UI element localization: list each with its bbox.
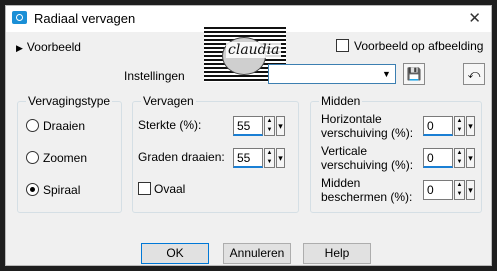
help-button[interactable]: Help: [303, 243, 371, 264]
horizontal-spinbox[interactable]: 0 ▲ ▼ ▾: [423, 116, 477, 138]
radio-zoomen-circle[interactable]: [26, 151, 39, 165]
radio-zoomen-label: Zoomen: [43, 150, 88, 165]
midden-title: Midden: [319, 94, 363, 108]
reset-defaults-icon: ⤺: [467, 67, 481, 81]
horizontal-label-line2: verschuiving (%):: [321, 126, 414, 140]
window-title: Radiaal vervagen: [34, 11, 136, 26]
radio-spiraal-circle[interactable]: [26, 183, 39, 197]
vertical-input[interactable]: 0: [423, 148, 453, 168]
vervagen-group: Vervagen Sterkte (%): 55 ▲ ▼ ▾ Graden dra…: [132, 94, 299, 213]
vertical-spin-arrows[interactable]: ▲ ▼: [454, 148, 465, 168]
radio-draaien-circle[interactable]: [26, 119, 39, 133]
preview-on-image-checkbox[interactable]: [336, 39, 349, 52]
sterkte-spin-arrows[interactable]: ▲ ▼: [264, 116, 275, 136]
graden-spin-arrows[interactable]: ▲ ▼: [264, 148, 275, 168]
settings-label: Instellingen: [124, 69, 185, 83]
thumbnail-watermark: claudia: [226, 42, 282, 58]
vervagingstype-title: Vervagingstype: [26, 94, 113, 108]
protect-spinbox[interactable]: 0 ▲ ▼ ▾: [423, 180, 477, 202]
vertical-label-line1: Verticale: [321, 144, 368, 158]
radio-draaien-label: Draaien: [43, 118, 86, 133]
vertical-slider-button[interactable]: ▾: [466, 148, 475, 168]
chevron-down-icon[interactable]: ▼: [378, 64, 396, 84]
preview-on-image-label: Voorbeeld op afbeelding: [354, 39, 484, 53]
vervagingstype-group: Vervagingstype Draaien Zoomen Spiraal: [17, 94, 122, 213]
graden-slider-button[interactable]: ▾: [276, 148, 285, 168]
horizontal-spin-arrows[interactable]: ▲ ▼: [454, 116, 465, 136]
dialog-window: Radiaal vervagen ✕ ▶ Voorbeeld claudia Vo…: [5, 5, 492, 266]
radio-zoomen[interactable]: Zoomen: [26, 150, 87, 165]
save-preset-icon: 💾: [406, 67, 422, 81]
preset-select[interactable]: [268, 64, 380, 84]
screenshot-frame: Radiaal vervagen ✕ ▶ Voorbeeld claudia Vo…: [0, 0, 497, 271]
close-button[interactable]: ✕: [468, 9, 481, 27]
radio-spiraal-label: Spiraal: [43, 182, 81, 197]
cancel-button[interactable]: Annuleren: [223, 243, 291, 264]
horizontal-label-line1: Horizontale: [321, 112, 382, 126]
protect-slider-button[interactable]: ▾: [466, 180, 475, 200]
radio-spiraal[interactable]: Spiraal: [26, 182, 80, 197]
sterkte-input[interactable]: 55: [233, 116, 263, 136]
graden-input[interactable]: 55: [233, 148, 263, 168]
preview-toggle-label: Voorbeeld: [26, 40, 81, 54]
sterkte-spinbox[interactable]: 55 ▲ ▼ ▾: [233, 116, 287, 138]
vervagen-title: Vervagen: [141, 94, 196, 108]
horizontal-slider-button[interactable]: ▾: [466, 116, 475, 136]
vertical-label-line2: verschuiving (%):: [321, 158, 414, 172]
sterkte-slider-button[interactable]: ▾: [276, 116, 285, 136]
protect-input[interactable]: 0: [423, 180, 453, 200]
expand-arrow-icon: ▶: [16, 43, 23, 53]
sterkte-label: Sterkte (%):: [138, 118, 202, 132]
protect-spin-arrows[interactable]: ▲ ▼: [454, 180, 465, 200]
graden-label: Graden draaien:: [138, 150, 225, 164]
midden-group: Midden Horizontale verschuiving (%): 0 ▲…: [310, 94, 482, 213]
reset-defaults-button[interactable]: ⤺: [463, 63, 485, 85]
protect-label-line1: Midden: [321, 176, 361, 190]
app-icon: [12, 11, 27, 24]
horizontal-input[interactable]: 0: [423, 116, 453, 136]
ovaal-label: Ovaal: [154, 182, 186, 196]
vertical-spinbox[interactable]: 0 ▲ ▼ ▾: [423, 148, 477, 170]
ok-button[interactable]: OK: [141, 243, 209, 264]
graden-spinbox[interactable]: 55 ▲ ▼ ▾: [233, 148, 287, 170]
preview-toggle[interactable]: ▶ Voorbeeld: [16, 40, 81, 54]
radio-draaien[interactable]: Draaien: [26, 118, 85, 133]
save-preset-button[interactable]: 💾: [403, 63, 425, 85]
protect-label-line2: beschermen (%):: [321, 190, 413, 204]
ovaal-checkbox[interactable]: [138, 182, 151, 195]
